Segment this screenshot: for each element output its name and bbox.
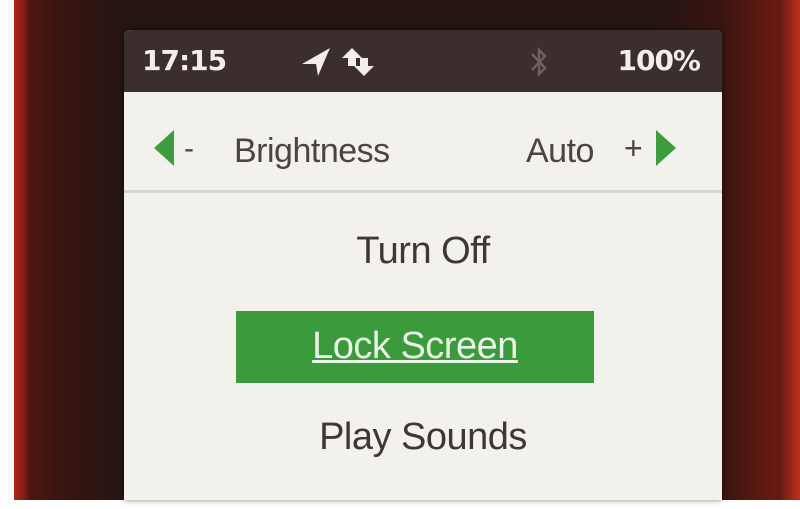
- brightness-label: Brightness: [234, 132, 390, 170]
- brightness-decrease-icon[interactable]: [154, 130, 174, 166]
- menu-item-lock-screen-label: Lock Screen: [312, 325, 518, 367]
- brightness-increase-icon[interactable]: [656, 130, 676, 166]
- device-casing-edge-right: [778, 0, 800, 500]
- menu-item-lock-screen[interactable]: Lock Screen: [236, 311, 594, 383]
- device-screen: 17:15 100% - Brightness Auto + Turn Off: [124, 30, 722, 500]
- battery-percentage: 100%: [617, 44, 701, 77]
- brightness-value: Auto: [526, 132, 594, 170]
- device-photo: 17:15 100% - Brightness Auto + Turn Off: [0, 0, 800, 509]
- sync-arrows-icon: [342, 48, 374, 76]
- menu-item-turn-off[interactable]: Turn Off: [124, 230, 722, 273]
- brightness-control: - Brightness Auto +: [124, 92, 722, 192]
- device-casing-edge-left: [14, 0, 28, 500]
- status-bar: 17:15 100%: [124, 30, 722, 92]
- menu-item-play-sounds[interactable]: Play Sounds: [124, 416, 722, 459]
- bluetooth-icon: [531, 46, 547, 78]
- status-time: 17:15: [142, 44, 227, 77]
- divider: [124, 190, 722, 193]
- brightness-minus-label[interactable]: -: [184, 132, 194, 166]
- brightness-plus-label[interactable]: +: [624, 130, 643, 167]
- location-arrow-icon: [302, 48, 330, 76]
